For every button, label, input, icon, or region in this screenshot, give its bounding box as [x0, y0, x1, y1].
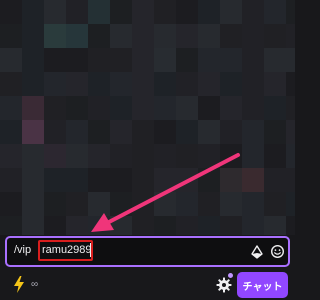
chat-input-command: /vip: [14, 244, 32, 256]
send-chat-button[interactable]: チャット: [237, 272, 288, 298]
bits-icon[interactable]: [250, 245, 264, 259]
chat-bottom-bar: ∞ チャット: [0, 270, 295, 300]
chat-input-field[interactable]: /vip ramu2989: [5, 236, 290, 267]
text-caret: [90, 243, 91, 257]
lightning-bolt-icon[interactable]: [13, 276, 25, 293]
gear-icon[interactable]: [216, 277, 232, 293]
chat-message-area: [0, 0, 295, 235]
pixelated-chat-history: [0, 0, 295, 235]
notification-dot: [227, 272, 234, 279]
channel-points-label: ∞: [31, 279, 39, 290]
chat-input-username: ramu2989: [42, 244, 92, 256]
emote-smile-icon[interactable]: [270, 244, 285, 259]
username-highlight-box: ramu2989: [38, 240, 93, 261]
